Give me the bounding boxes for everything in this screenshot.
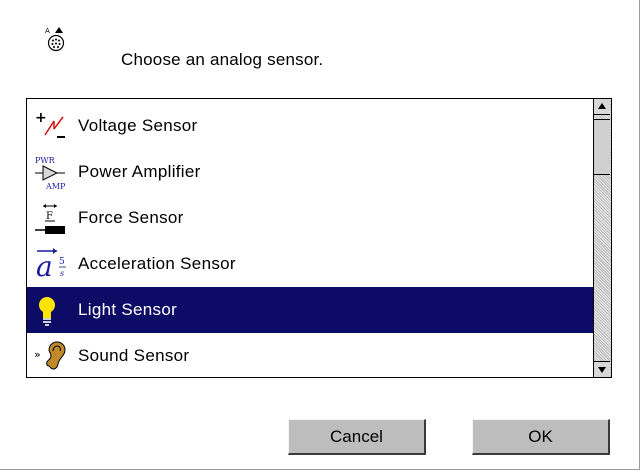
force-sensor-icon: F — [31, 200, 71, 236]
svg-text:A: A — [45, 27, 50, 35]
svg-text:a: a — [36, 250, 53, 282]
svg-text:PWR: PWR — [35, 156, 56, 165]
list-item-label: Light Sensor — [78, 300, 178, 319]
cancel-button[interactable]: Cancel — [288, 419, 426, 455]
analog-connector-icon: A — [45, 27, 65, 52]
voltage-sensor-icon: + — [31, 108, 71, 144]
svg-text:»: » — [34, 348, 41, 361]
svg-text:AMP: AMP — [45, 182, 66, 190]
list-item-label: Sound Sensor — [78, 346, 190, 365]
dialog-prompt: Choose an analog sensor. — [121, 50, 324, 69]
vertical-scrollbar[interactable] — [593, 99, 611, 377]
sensor-dialog: A Choose an analog sensor. + Voltage Sen… — [0, 0, 640, 470]
list-item-label: Force Sensor — [78, 208, 184, 227]
list-item-voltage-sensor[interactable]: + Voltage Sensor — [27, 103, 605, 149]
arrow-down-icon — [598, 367, 606, 373]
light-bulb-icon — [31, 292, 71, 328]
acceleration-sensor-icon: a 5 s — [31, 246, 71, 282]
svg-text:s: s — [60, 269, 64, 278]
power-amplifier-icon: PWR AMP — [31, 154, 71, 190]
list-item-light-sensor[interactable]: Light Sensor — [27, 287, 605, 333]
ear-icon: » — [31, 338, 71, 374]
sensor-list: + Voltage Sensor PWR AMP Power Amplifier… — [27, 99, 605, 377]
scroll-down-button[interactable] — [594, 361, 610, 377]
list-item-acceleration-sensor[interactable]: a 5 s Acceleration Sensor — [27, 241, 605, 287]
sensor-listbox[interactable]: + Voltage Sensor PWR AMP Power Amplifier… — [26, 98, 612, 378]
svg-text:+: + — [35, 111, 47, 126]
svg-text:F: F — [46, 211, 53, 222]
list-item-sound-sensor[interactable]: » Sound Sensor — [27, 333, 605, 377]
arrow-up-icon — [598, 103, 606, 109]
scroll-thumb[interactable] — [594, 119, 610, 175]
list-item-label: Voltage Sensor — [78, 116, 198, 135]
list-item-force-sensor[interactable]: F Force Sensor — [27, 195, 605, 241]
list-item-label: Acceleration Sensor — [78, 254, 236, 273]
scroll-up-button[interactable] — [594, 99, 610, 115]
ok-button[interactable]: OK — [472, 419, 610, 455]
list-item-label: Power Amplifier — [78, 162, 201, 181]
svg-text:5: 5 — [59, 257, 65, 267]
list-item-power-amplifier[interactable]: PWR AMP Power Amplifier — [27, 149, 605, 195]
